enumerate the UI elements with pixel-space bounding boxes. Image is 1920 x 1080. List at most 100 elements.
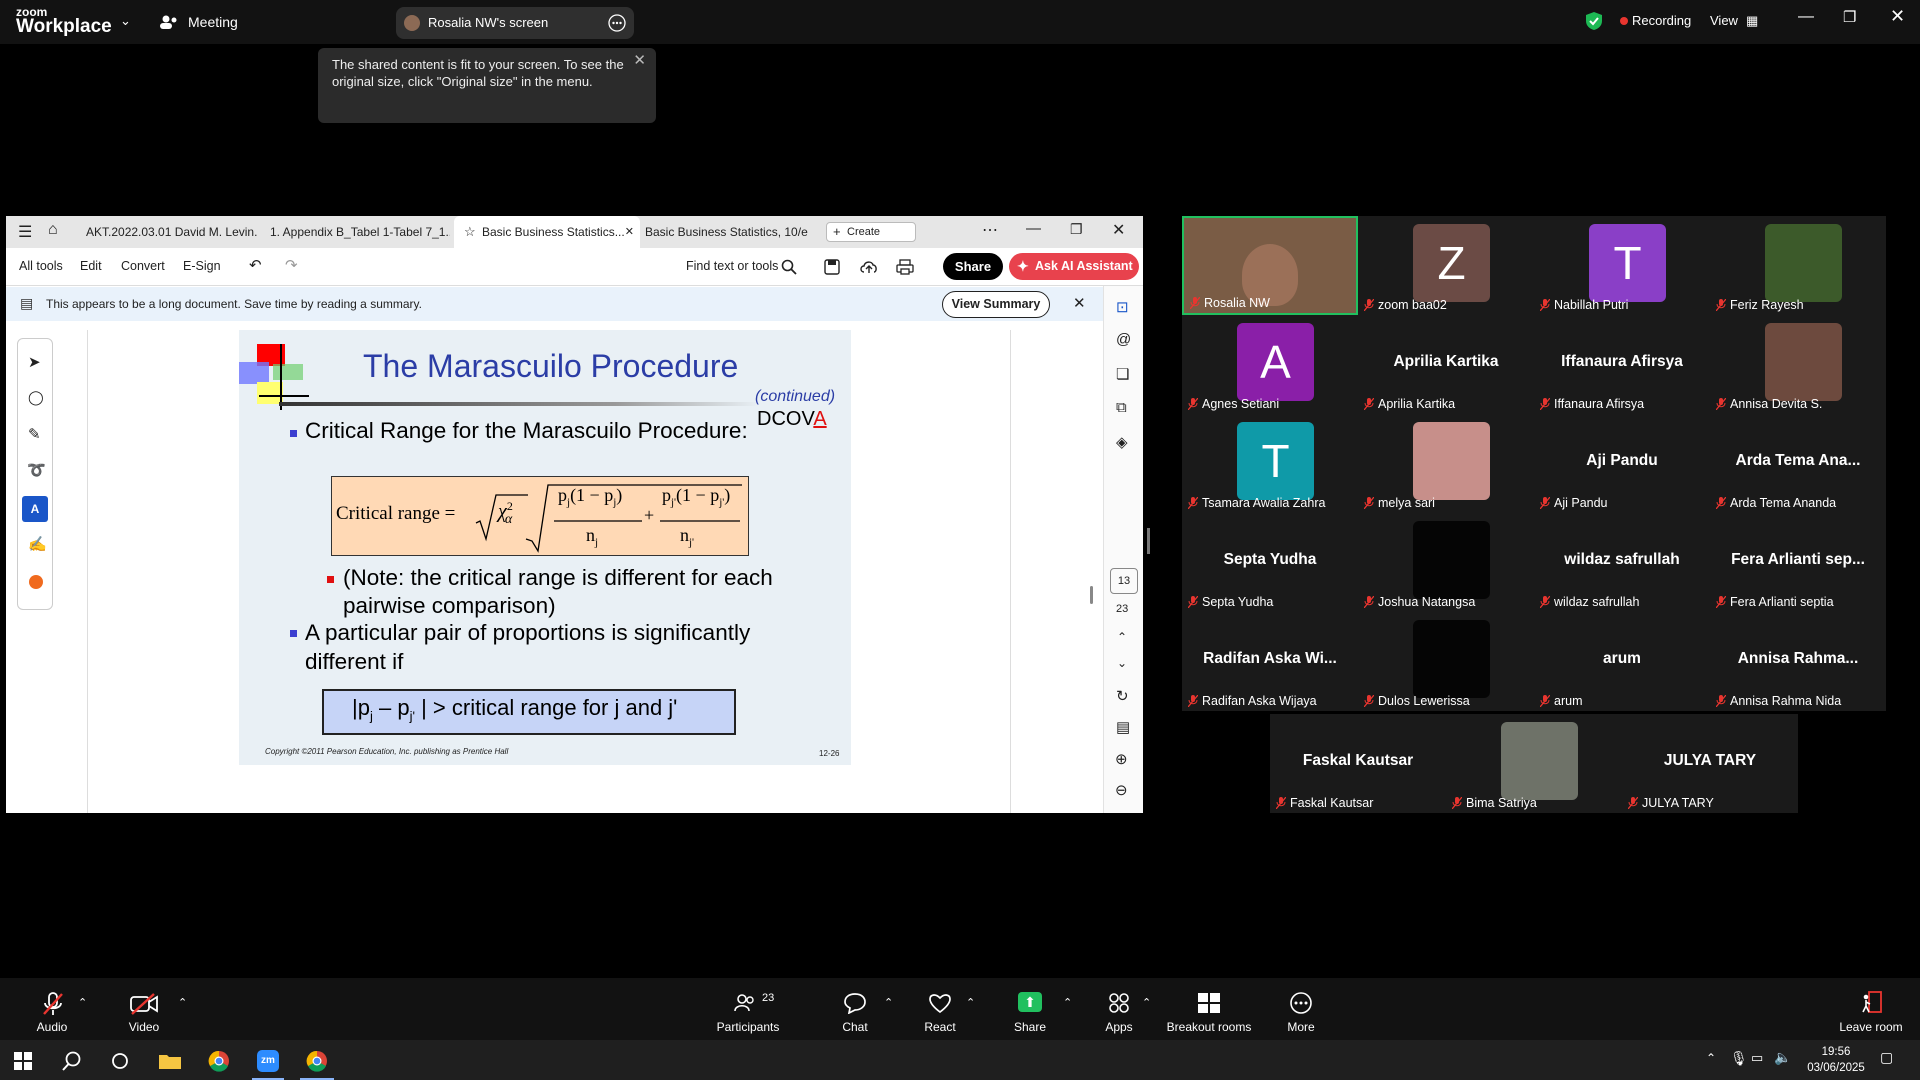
video-button[interactable]: Video [114, 978, 174, 1040]
star-icon[interactable]: ☆ [464, 216, 476, 248]
share-options-caret-icon[interactable]: ⌃ [1063, 996, 1072, 1009]
participant-tile[interactable]: Septa Yudha Septa Yudha [1182, 513, 1358, 612]
minimize-icon[interactable]: — [1026, 220, 1041, 237]
leave-room-button[interactable]: Leave room [1834, 978, 1908, 1040]
chevron-up-icon[interactable]: ⌃ [1117, 630, 1127, 644]
pages-icon[interactable]: ⧉ [1116, 399, 1127, 416]
hamburger-menu-icon[interactable]: ☰ [18, 222, 32, 242]
react-button[interactable]: React [915, 978, 965, 1040]
search-icon[interactable] [62, 1051, 82, 1071]
participants-button[interactable]: 23 Participants [710, 978, 786, 1040]
participant-tile[interactable]: Joshua Natangsa [1358, 513, 1534, 612]
breakout-rooms-button[interactable]: Breakout rooms [1166, 978, 1252, 1040]
scrollbar-thumb[interactable] [1090, 586, 1093, 604]
shield-icon[interactable] [1585, 11, 1603, 31]
share-button[interactable]: Share [943, 253, 1003, 280]
chat-button[interactable]: Chat [830, 978, 880, 1040]
rotate-icon[interactable]: ↻ [1116, 687, 1129, 705]
participant-tile[interactable]: Annisa Devita S. [1710, 315, 1886, 414]
volume-icon[interactable]: 🔈 [1774, 1049, 1791, 1066]
comment-panel-icon[interactable]: ⊡ [1116, 298, 1129, 316]
page-extract-icon[interactable]: ▤ [1116, 718, 1130, 736]
page-number-input[interactable]: 13 [1110, 568, 1138, 594]
chrome-icon[interactable] [208, 1050, 230, 1072]
comment-icon[interactable]: ◯ [28, 389, 44, 406]
tray-overflow-icon[interactable]: ⌃ [1706, 1051, 1716, 1065]
split-divider-handle[interactable] [1147, 528, 1150, 554]
apps-button[interactable]: Apps [1094, 978, 1144, 1040]
participant-tile[interactable]: Dulos Lewerissa [1358, 612, 1534, 711]
participant-tile[interactable]: JULYA TARY JULYA TARY [1622, 714, 1798, 813]
participant-tile[interactable]: wildaz safrullah wildaz safrullah [1534, 513, 1710, 612]
apps-options-caret-icon[interactable]: ⌃ [1142, 996, 1151, 1009]
close-icon[interactable]: ✕ [1890, 6, 1905, 27]
convert-menu[interactable]: Convert [121, 259, 165, 273]
home-icon[interactable]: ⌂ [48, 221, 58, 239]
participant-tile[interactable]: Bima Satriya [1446, 714, 1622, 813]
view-summary-button[interactable]: View Summary [942, 291, 1050, 318]
participant-tile[interactable]: Annisa Rahma... Annisa Rahma Nida [1710, 612, 1886, 711]
more-button[interactable]: More [1276, 978, 1326, 1040]
create-button[interactable]: + Create [826, 222, 916, 242]
close-icon[interactable]: ✕ [1112, 220, 1125, 240]
tab-basic-business-active[interactable]: ☆ Basic Business Statistics... ✕ [454, 216, 640, 248]
file-explorer-icon[interactable] [158, 1052, 182, 1070]
esign-menu[interactable]: E-Sign [183, 259, 221, 273]
audio-button[interactable]: Audio [22, 978, 82, 1040]
participant-tile[interactable]: Aji Pandu Aji Pandu [1534, 414, 1710, 513]
sign-pen-icon[interactable]: ✍ [28, 535, 47, 553]
ask-ai-assistant-button[interactable]: ✦ Ask AI Assistant [1009, 253, 1139, 280]
share-screen-button[interactable]: ⬆ Share [1005, 978, 1055, 1040]
more-options-icon[interactable] [608, 14, 626, 32]
participant-tile[interactable]: Aprilia Kartika Aprilia Kartika [1358, 315, 1534, 414]
participant-tile[interactable]: T Tsamara Awalia Zahra [1182, 414, 1358, 513]
redo-icon[interactable]: ↷ [285, 256, 298, 274]
participant-tile[interactable]: arum arum [1534, 612, 1710, 711]
participant-tile[interactable]: Rosalia NW [1182, 216, 1358, 315]
participant-tile[interactable]: melya sari [1358, 414, 1534, 513]
zoom-in-icon[interactable]: ⊕ [1115, 750, 1128, 768]
audio-options-caret-icon[interactable]: ⌃ [78, 996, 87, 1009]
participant-tile[interactable]: Iffanaura Afirsya Iffanaura Afirsya [1534, 315, 1710, 414]
participant-tile[interactable]: Zzoom baa02 [1358, 216, 1534, 315]
participant-tile[interactable]: A Agnes Setiani [1182, 315, 1358, 414]
minimize-icon[interactable]: — [1798, 8, 1814, 26]
close-icon[interactable]: ✕ [633, 52, 646, 69]
participant-tile[interactable]: Feriz Rayesh [1710, 216, 1886, 315]
text-select-icon[interactable]: A [22, 496, 48, 522]
network-icon[interactable]: ▭ [1751, 1050, 1763, 1066]
save-icon[interactable] [824, 259, 840, 275]
find-tools-input[interactable]: Find text or tools [686, 259, 778, 273]
at-mention-icon[interactable]: @ [1116, 331, 1131, 348]
lasso-icon[interactable]: ➰ [27, 461, 46, 479]
zoom-app-icon[interactable]: zm [257, 1050, 279, 1072]
tab-appendix[interactable]: 1. Appendix B_Tabel 1-Tabel 7_1... [270, 216, 450, 248]
task-view-icon[interactable] [111, 1052, 129, 1070]
restore-icon[interactable]: ❐ [1843, 8, 1856, 26]
participant-tile[interactable]: Radifan Aska Wi... Radifan Aska Wijaya [1182, 612, 1358, 711]
color-swatch-icon[interactable] [29, 575, 43, 589]
undo-icon[interactable]: ↶ [249, 256, 262, 274]
upload-cloud-icon[interactable] [860, 259, 878, 275]
chrome-active-icon[interactable] [306, 1050, 328, 1072]
tab-basic-business-10e[interactable]: Basic Business Statistics, 10/e [645, 216, 825, 248]
highlight-pen-icon[interactable]: ✎ [28, 425, 41, 443]
windows-start-icon[interactable] [14, 1052, 32, 1070]
chevron-down-icon[interactable]: ⌄ [1117, 656, 1127, 670]
all-tools-menu[interactable]: All tools [19, 259, 63, 273]
layers-icon[interactable]: ◈ [1116, 433, 1128, 451]
participant-tile[interactable]: Faskal Kautsar Faskal Kautsar [1270, 714, 1446, 813]
video-options-caret-icon[interactable]: ⌃ [178, 996, 187, 1009]
zoom-out-icon[interactable]: ⊖ [1115, 781, 1128, 799]
taskbar-clock[interactable]: 19:56 03/06/2025 [1806, 1044, 1866, 1076]
search-icon[interactable] [781, 259, 797, 275]
print-icon[interactable] [896, 259, 914, 275]
share-screen-pill[interactable]: Rosalia NW's screen [396, 7, 634, 39]
tab-akt[interactable]: AKT.2022.03.01 David M. Levin... [86, 216, 258, 248]
notifications-icon[interactable]: ▢ [1880, 1049, 1893, 1066]
close-banner-icon[interactable]: ✕ [1073, 294, 1086, 312]
chat-options-caret-icon[interactable]: ⌃ [884, 996, 893, 1009]
select-cursor-icon[interactable]: ➤ [28, 353, 41, 371]
participant-tile[interactable]: T Nabillah Putri [1534, 216, 1710, 315]
restore-icon[interactable]: ❐ [1070, 221, 1083, 238]
